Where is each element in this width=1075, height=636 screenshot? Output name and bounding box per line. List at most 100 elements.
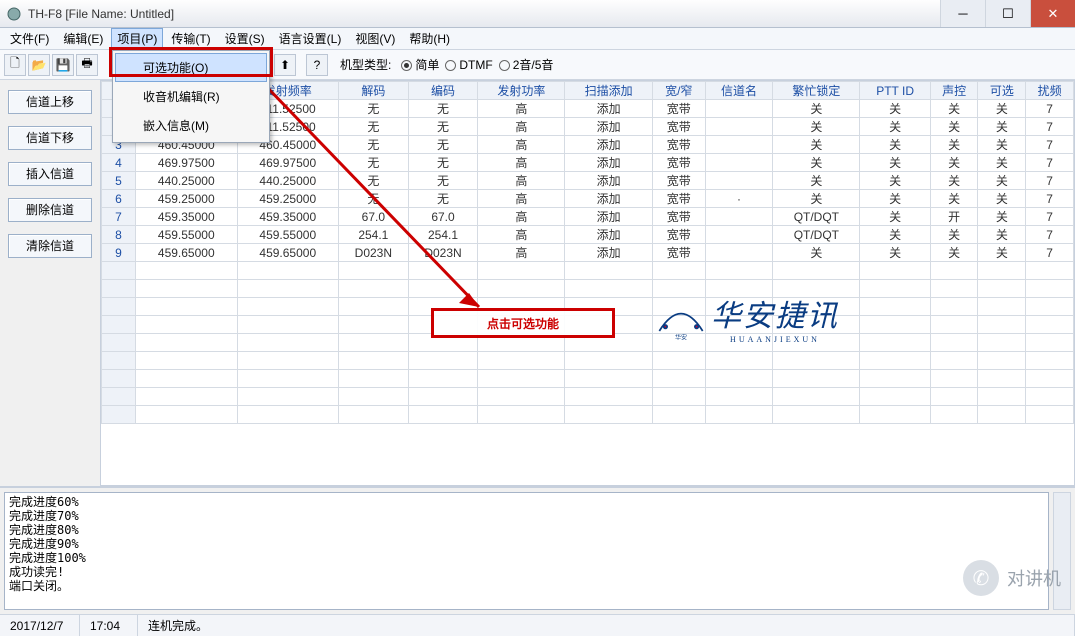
cell[interactable]	[930, 370, 978, 388]
cell[interactable]	[930, 334, 978, 352]
cell[interactable]: ·	[705, 190, 772, 208]
cell[interactable]	[339, 406, 409, 424]
cell[interactable]	[1026, 316, 1074, 334]
cell[interactable]	[705, 280, 772, 298]
cell[interactable]	[705, 388, 772, 406]
cell[interactable]: 关	[978, 244, 1026, 262]
cell[interactable]: 关	[860, 208, 930, 226]
cell[interactable]: 459.25000	[237, 190, 339, 208]
row-header[interactable]: 6	[102, 190, 136, 208]
cell[interactable]	[860, 262, 930, 280]
cell[interactable]	[1026, 352, 1074, 370]
cell[interactable]	[339, 316, 409, 334]
cell[interactable]: 关	[930, 172, 978, 190]
cell[interactable]	[652, 262, 705, 280]
cell[interactable]: 254.1	[339, 226, 409, 244]
cell[interactable]	[1026, 370, 1074, 388]
cell[interactable]: 459.55000	[136, 226, 238, 244]
cell[interactable]: 67.0	[339, 208, 409, 226]
table-row[interactable]: 16	[102, 370, 1074, 388]
cell[interactable]	[705, 406, 772, 424]
cell[interactable]	[237, 406, 339, 424]
row-header[interactable]: 7	[102, 208, 136, 226]
cell[interactable]: 440.25000	[136, 172, 238, 190]
column-header[interactable]: 发射功率	[478, 82, 565, 100]
window-maximize-button[interactable]: ☐	[985, 0, 1030, 27]
cell[interactable]: 关	[978, 100, 1026, 118]
cell[interactable]: 关	[978, 172, 1026, 190]
cell[interactable]	[978, 406, 1026, 424]
cell[interactable]: 无	[408, 100, 478, 118]
menu-edit[interactable]: 编辑(E)	[57, 28, 109, 49]
cell[interactable]	[408, 262, 478, 280]
menu-settings[interactable]: 设置(S)	[219, 28, 271, 49]
cell[interactable]	[136, 262, 238, 280]
cell[interactable]: 关	[860, 154, 930, 172]
menu-entry-embed-info[interactable]: 嵌入信息(M)	[115, 111, 267, 140]
menu-view[interactable]: 视图(V)	[349, 28, 401, 49]
cell[interactable]	[860, 316, 930, 334]
cell[interactable]	[136, 388, 238, 406]
toolbar-upload-button[interactable]: ⬆	[274, 54, 296, 76]
cell[interactable]: 469.97500	[237, 154, 339, 172]
log-scrollbar[interactable]	[1053, 492, 1071, 610]
row-header[interactable]: 18	[102, 406, 136, 424]
cell[interactable]	[978, 262, 1026, 280]
cell[interactable]	[978, 334, 1026, 352]
cell[interactable]	[478, 298, 565, 316]
cell[interactable]	[705, 262, 772, 280]
cell[interactable]	[773, 280, 860, 298]
row-header[interactable]: 15	[102, 352, 136, 370]
cell[interactable]	[705, 208, 772, 226]
row-header[interactable]: 12	[102, 298, 136, 316]
cell[interactable]: 关	[930, 226, 978, 244]
cell[interactable]	[478, 334, 565, 352]
cell[interactable]	[705, 352, 772, 370]
cell[interactable]: 无	[339, 172, 409, 190]
cell[interactable]: 关	[930, 244, 978, 262]
cell[interactable]	[1026, 298, 1074, 316]
cell[interactable]	[339, 262, 409, 280]
cell[interactable]	[237, 280, 339, 298]
cell[interactable]: 无	[339, 136, 409, 154]
delete-channel-button[interactable]: 删除信道	[8, 198, 92, 222]
cell[interactable]: 关	[773, 100, 860, 118]
cell[interactable]	[339, 334, 409, 352]
cell[interactable]	[773, 406, 860, 424]
cell[interactable]	[136, 316, 238, 334]
cell[interactable]	[565, 280, 652, 298]
cell[interactable]	[565, 352, 652, 370]
cell[interactable]	[773, 352, 860, 370]
table-row[interactable]: 12	[102, 298, 1074, 316]
cell[interactable]	[860, 406, 930, 424]
column-header[interactable]: 宽/窄	[652, 82, 705, 100]
row-header[interactable]: 13	[102, 316, 136, 334]
cell[interactable]	[408, 316, 478, 334]
cell[interactable]: 无	[408, 172, 478, 190]
cell[interactable]: D023N	[339, 244, 409, 262]
cell[interactable]: 无	[339, 154, 409, 172]
cell[interactable]: 关	[978, 208, 1026, 226]
cell[interactable]: 宽带	[652, 118, 705, 136]
table-row[interactable]: 5440.25000440.25000无无高添加宽带关关关关7	[102, 172, 1074, 190]
cell[interactable]: 关	[930, 118, 978, 136]
cell[interactable]	[237, 334, 339, 352]
cell[interactable]	[652, 280, 705, 298]
cell[interactable]	[1026, 388, 1074, 406]
cell[interactable]	[860, 388, 930, 406]
row-header[interactable]: 16	[102, 370, 136, 388]
table-row[interactable]: 13	[102, 316, 1074, 334]
cell[interactable]: 关	[773, 136, 860, 154]
cell[interactable]	[930, 388, 978, 406]
cell[interactable]: 宽带	[652, 154, 705, 172]
cell[interactable]: 关	[860, 172, 930, 190]
cell[interactable]: 关	[860, 100, 930, 118]
cell[interactable]: QT/DQT	[773, 226, 860, 244]
menu-language[interactable]: 语言设置(L)	[273, 28, 348, 49]
cell[interactable]	[1026, 406, 1074, 424]
cell[interactable]	[339, 370, 409, 388]
cell[interactable]	[705, 136, 772, 154]
cell[interactable]: 添加	[565, 208, 652, 226]
cell[interactable]: 高	[478, 226, 565, 244]
cell[interactable]: D023N	[408, 244, 478, 262]
